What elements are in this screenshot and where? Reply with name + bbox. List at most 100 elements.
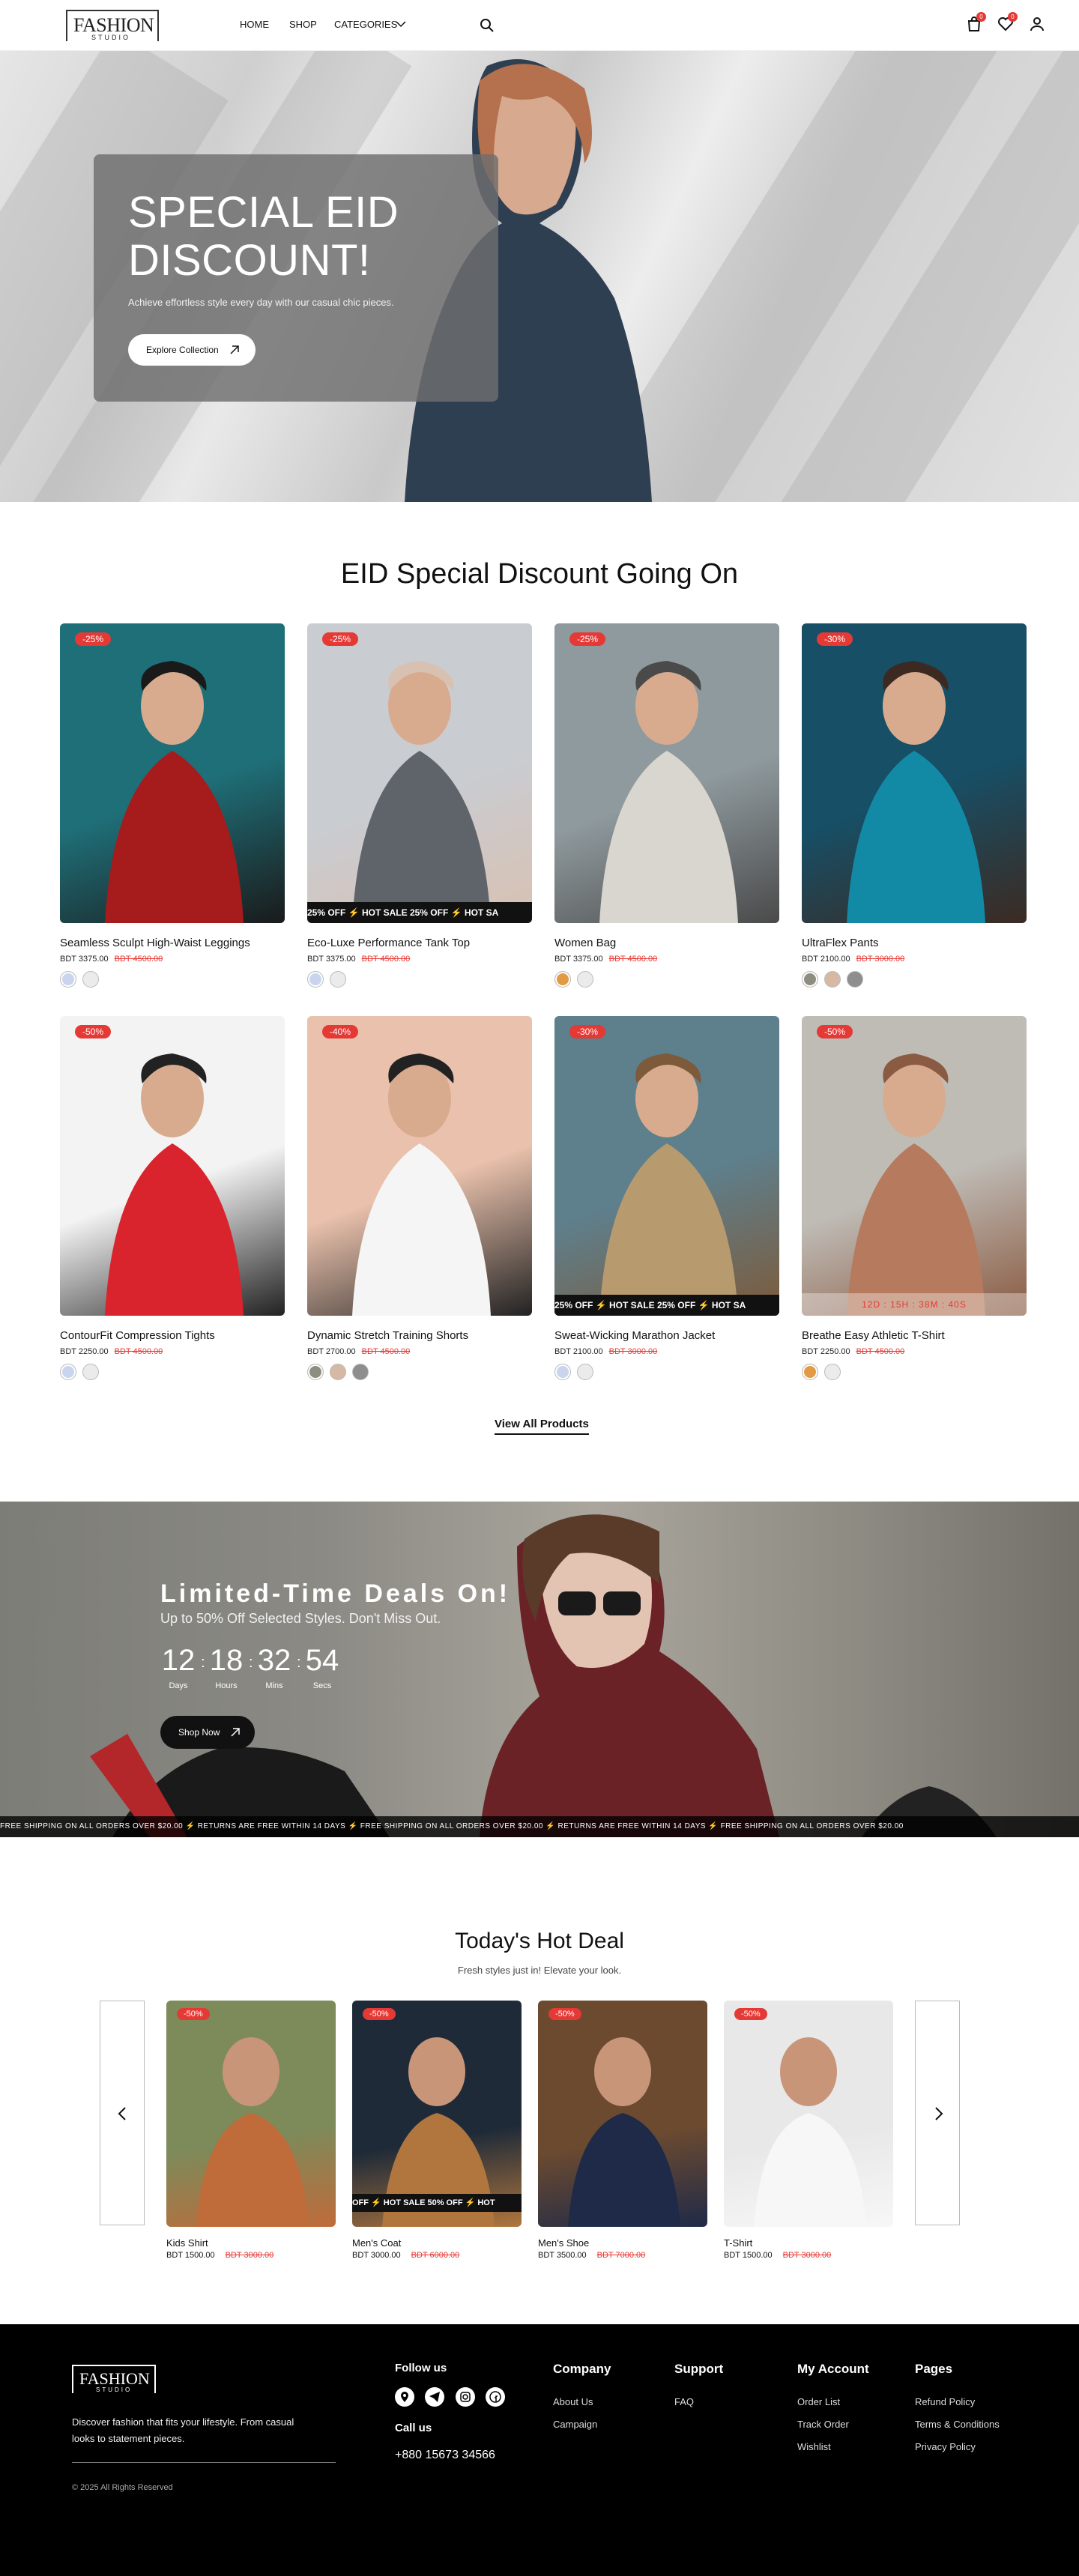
footer-link-privacy-policy[interactable]: Privacy Policy (915, 2441, 1000, 2452)
product-image[interactable]: -50% OFF ⚡ HOT SALE 50% OFF ⚡ HOT (352, 2001, 522, 2227)
footer-link-track-order[interactable]: Track Order (797, 2419, 869, 2430)
color-swatch[interactable] (352, 1364, 369, 1380)
product-photo (847, 1053, 985, 1316)
countdown-label: Hours (215, 1681, 238, 1690)
chevron-down-icon[interactable] (396, 20, 406, 28)
footer-link-refund-policy[interactable]: Refund Policy (915, 2396, 1000, 2407)
deals-subtitle: Up to 50% Off Selected Styles. Don't Mis… (160, 1611, 441, 1626)
product-name[interactable]: Kids Shirt (166, 2237, 208, 2249)
old-price: BDT 4500.00 (361, 1347, 411, 1356)
current-price: BDT 2700.00 (307, 1347, 356, 1356)
logo[interactable]: FASHION STUDIO (66, 10, 159, 41)
color-swatch[interactable] (824, 971, 841, 988)
call-us-label: Call us (395, 2422, 432, 2434)
color-swatch[interactable] (60, 971, 76, 988)
product-name[interactable]: Seamless Sculpt High-Waist Leggings (60, 937, 250, 949)
social-link[interactable] (425, 2387, 445, 2407)
product-name[interactable]: Men's Shoe (538, 2237, 589, 2249)
hero-subtitle: Achieve effortless style every day with … (128, 297, 394, 308)
product-image[interactable]: -25% (60, 623, 285, 923)
color-swatch[interactable] (307, 1364, 324, 1380)
product-name[interactable]: Dynamic Stretch Training Shorts (307, 1329, 468, 1342)
product-name[interactable]: UltraFlex Pants (802, 937, 879, 949)
footer-col-title: Company (553, 2362, 611, 2376)
product-image[interactable]: -50% (60, 1016, 285, 1316)
footer-logo[interactable]: FASHION STUDIO (72, 2365, 156, 2393)
social-link[interactable] (486, 2387, 506, 2407)
product-image[interactable]: -50% (166, 2001, 336, 2227)
product-image[interactable]: -30% (802, 623, 1027, 923)
color-swatch[interactable] (330, 971, 346, 988)
explore-collection-button[interactable]: Explore Collection (128, 334, 256, 366)
product-image[interactable]: -25% 25% OFF ⚡ HOT SALE 25% OFF ⚡ HOT SA (307, 623, 532, 923)
color-swatch[interactable] (82, 971, 99, 988)
product-photo (568, 2037, 680, 2227)
product-name[interactable]: Sweat-Wicking Marathon Jacket (554, 1329, 715, 1342)
chevron-left-icon (118, 2107, 126, 2120)
color-swatch[interactable] (82, 1364, 99, 1380)
product-image[interactable]: -30% 25% OFF ⚡ HOT SALE 25% OFF ⚡ HOT SA (554, 1016, 779, 1316)
product-image[interactable]: -50% (724, 2001, 893, 2227)
carousel-prev-button[interactable] (100, 2001, 145, 2225)
search-icon[interactable] (480, 18, 495, 33)
shop-now-button[interactable]: Shop Now (160, 1716, 255, 1749)
product-photo (352, 1053, 491, 1316)
color-swatch[interactable] (802, 971, 818, 988)
footer-link-wishlist[interactable]: Wishlist (797, 2441, 869, 2452)
product-name[interactable]: Breathe Easy Athletic T-Shirt (802, 1329, 945, 1342)
old-price: BDT 4500.00 (114, 1347, 163, 1356)
hero-title: SPECIAL EID DISCOUNT! (128, 189, 399, 285)
product-image[interactable]: -50% 12D : 15H : 38M : 40S (802, 1016, 1027, 1316)
color-swatch[interactable] (60, 1364, 76, 1380)
discount-badge: -50% (363, 2008, 396, 2020)
current-price: BDT 3375.00 (60, 955, 109, 964)
arrow-up-right-icon (230, 345, 239, 354)
product-image[interactable]: -50% (538, 2001, 707, 2227)
carousel-next-button[interactable] (915, 2001, 960, 2225)
hero-card: SPECIAL EID DISCOUNT! Achieve effortless… (94, 154, 498, 402)
footer-link-faq[interactable]: FAQ (674, 2396, 723, 2407)
nav-shop[interactable]: SHOP (289, 19, 317, 30)
footer-link-campaign[interactable]: Campaign (553, 2419, 611, 2430)
product-name[interactable]: Women Bag (554, 937, 616, 949)
product-price: BDT 2700.00 BDT 4500.00 (307, 1347, 410, 1356)
color-swatch[interactable] (577, 1364, 593, 1380)
eid-section-title: EID Special Discount Going On (340, 558, 739, 590)
color-swatch[interactable] (330, 1364, 346, 1380)
hot-deal-subtitle: Fresh styles just in! Elevate your look. (457, 1965, 622, 1976)
color-swatch[interactable] (824, 1364, 841, 1380)
footer-col-title: Support (674, 2362, 724, 2376)
product-image[interactable]: -40% (307, 1016, 532, 1316)
cart-button[interactable]: 0 (965, 12, 986, 33)
product-name[interactable]: T-Shirt (724, 2237, 752, 2249)
discount-badge: -50% (734, 2008, 767, 2020)
phone-number[interactable]: +880 15673 34566 (395, 2449, 495, 2462)
discount-badge: -30% (569, 1025, 606, 1038)
color-swatch[interactable] (307, 971, 324, 988)
product-price: BDT 1500.00 BDT 3000.00 (724, 2251, 831, 2260)
old-price: BDT 3000.00 (225, 2251, 274, 2260)
color-swatch[interactable] (554, 1364, 571, 1380)
social-link[interactable] (395, 2387, 414, 2407)
countdown-separator: : (249, 1654, 253, 1671)
color-swatch[interactable] (554, 971, 571, 988)
footer-link-terms[interactable]: Terms & Conditions (915, 2419, 1000, 2430)
wishlist-button[interactable]: 0 (997, 12, 1018, 33)
social-link[interactable] (455, 2387, 475, 2407)
footer-link-about-us[interactable]: About Us (553, 2396, 611, 2407)
product-photo (352, 661, 491, 923)
color-swatch[interactable] (847, 971, 863, 988)
color-swatch[interactable] (802, 1364, 818, 1380)
footer-link-order-list[interactable]: Order List (797, 2396, 869, 2407)
nav-home[interactable]: HOME (240, 19, 269, 30)
color-swatch[interactable] (577, 971, 593, 988)
product-name[interactable]: Men's Coat (352, 2237, 401, 2249)
product-name[interactable]: ContourFit Compression Tights (60, 1329, 215, 1342)
product-image[interactable]: -25% (554, 623, 779, 923)
nav-categories[interactable]: CATEGORIES (334, 19, 397, 30)
discount-badge: -50% (548, 2008, 581, 2020)
shipping-ticker: FREE SHIPPING ON ALL ORDERS OVER $20.00 … (0, 1816, 1079, 1837)
view-all-products-link[interactable]: View All Products (495, 1418, 589, 1435)
account-button[interactable] (1028, 15, 1046, 33)
product-name[interactable]: Eco-Luxe Performance Tank Top (307, 937, 470, 949)
